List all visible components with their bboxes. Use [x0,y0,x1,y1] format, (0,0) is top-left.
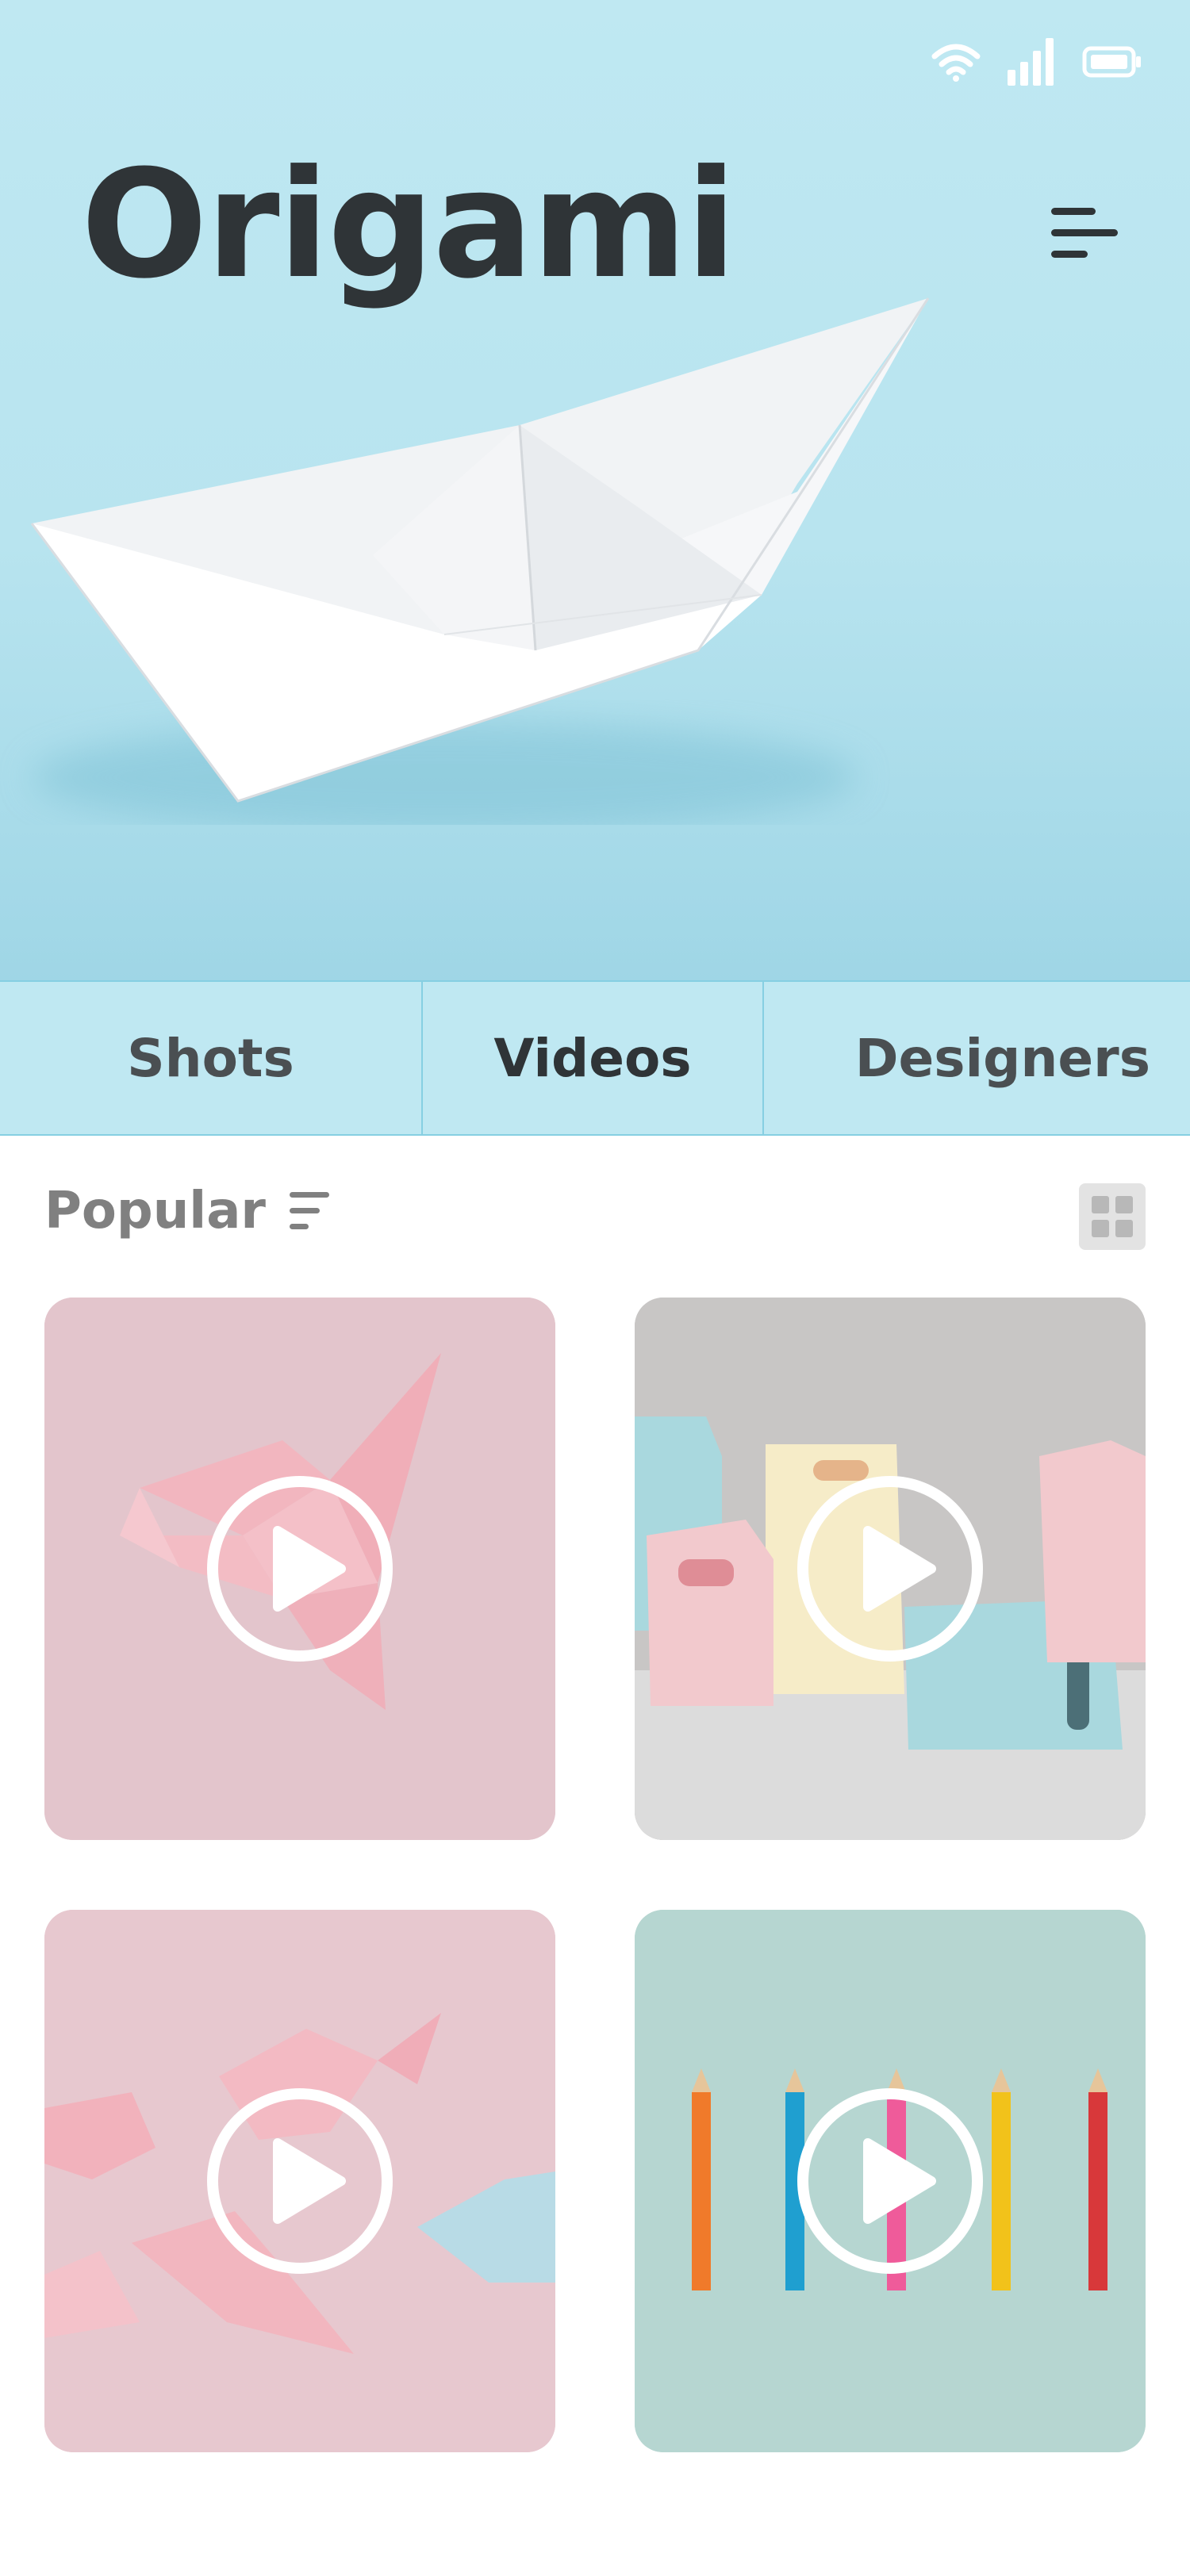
menu-button[interactable] [1046,200,1122,266]
grid-view-icon [1092,1196,1133,1237]
video-card[interactable] [635,1910,1146,2452]
hero-banner: Origami [0,0,1190,982]
play-icon[interactable] [795,1474,985,1664]
video-card[interactable] [44,1910,555,2452]
play-icon[interactable] [205,1474,395,1664]
grid-view-toggle[interactable] [1079,1183,1146,1250]
paper-boat-image [30,297,930,825]
tab-videos[interactable]: Videos [423,982,764,1134]
category-tabs: Shots Videos Designers [0,980,1190,1136]
sort-lines-icon[interactable] [288,1190,331,1232]
play-icon[interactable] [795,2086,985,2276]
wifi-icon [931,44,981,82]
video-card[interactable] [635,1298,1146,1840]
play-icon[interactable] [205,2086,395,2276]
section-header: Popular [44,1182,331,1240]
battery-icon [1082,46,1141,78]
hamburger-menu-icon [1051,208,1118,258]
video-card[interactable] [44,1298,555,1840]
tab-designers[interactable]: Designers [764,982,1190,1134]
tab-shots[interactable]: Shots [0,982,423,1134]
status-bar [931,38,1142,86]
section-title: Popular [44,1182,266,1240]
signal-icon [1008,38,1054,86]
